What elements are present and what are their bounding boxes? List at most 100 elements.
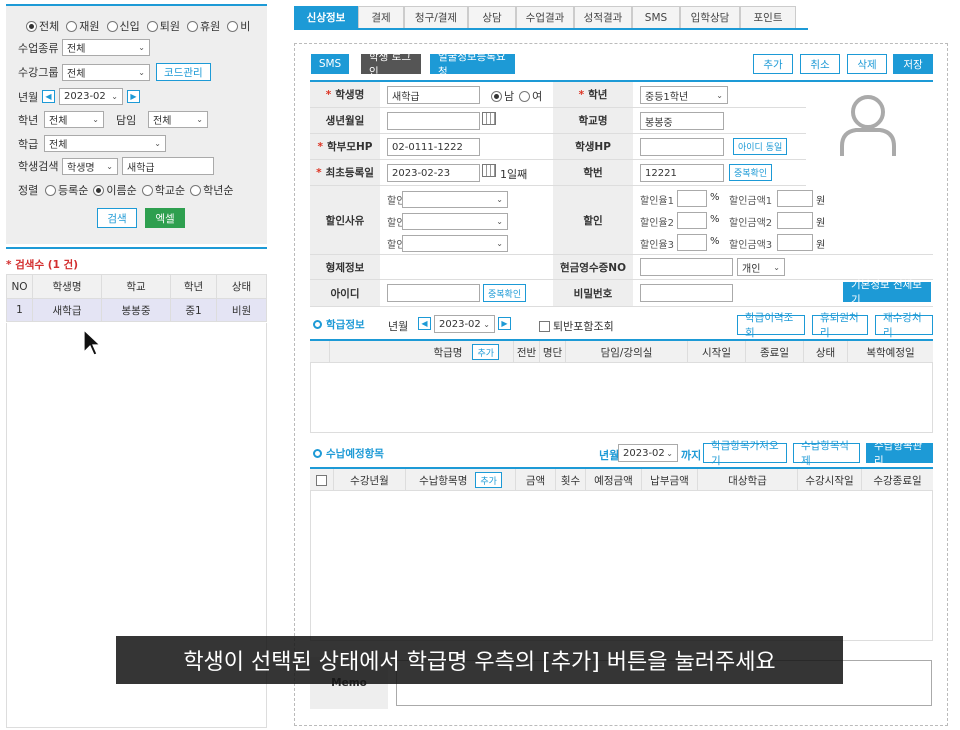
cancel-button[interactable]: 취소 — [800, 54, 840, 74]
select-all-checkbox[interactable] — [310, 469, 334, 491]
sms-button[interactable]: SMS — [311, 54, 349, 74]
search-field-select[interactable]: 학생명 ⌄ — [62, 157, 118, 175]
radio-icon — [190, 184, 202, 196]
grade-label: * 학년 — [553, 82, 633, 107]
discount-rate-1-input[interactable] — [677, 190, 707, 207]
tab-payment[interactable]: 결제 — [358, 6, 404, 28]
tab-grade-result[interactable]: 성적결과 — [574, 6, 632, 28]
add-button[interactable]: 추가 — [753, 54, 793, 74]
school-input[interactable]: 봉봉중 — [640, 112, 724, 130]
status-radio-enrolled[interactable]: 재원 — [66, 18, 100, 34]
tab-points[interactable]: 포인트 — [740, 6, 796, 28]
sort-radio-registered[interactable]: 등록순 — [45, 182, 88, 198]
year-month-select[interactable]: 2023-02 ⌄ — [59, 88, 123, 105]
grade-select[interactable]: 중등1학년 ⌄ — [640, 86, 728, 104]
id-dup-button[interactable]: 중복확인 — [483, 284, 527, 302]
radio-icon — [66, 20, 78, 32]
tab-counseling[interactable]: 상담 — [468, 6, 516, 28]
gender-male-radio[interactable]: 남 — [491, 88, 514, 104]
search-button[interactable]: 검색 — [97, 208, 137, 228]
tab-class-result[interactable]: 수업결과 — [516, 6, 574, 28]
status-radio-all[interactable]: 전체 — [26, 18, 59, 34]
tab-billing[interactable]: 청구/결제 — [404, 6, 468, 28]
table-row[interactable]: 1 새학급 봉봉중 중1 비원 — [6, 298, 267, 322]
cash-receipt-label: 현금영수증NO — [553, 255, 633, 279]
cash-receipt-input[interactable] — [640, 258, 733, 276]
results-table: NO 학생명 학교 학년 상태 1 새학급 봉봉중 중1 비원 — [6, 274, 267, 322]
class-type-select[interactable]: 전체 ⌄ — [62, 39, 150, 56]
class-history-button[interactable]: 학급이력조회 — [737, 312, 805, 339]
code-manage-button[interactable]: 코드관리 — [156, 63, 211, 81]
discount-rate-3-input[interactable] — [677, 234, 707, 251]
next-month-icon[interactable]: ▶ — [127, 90, 140, 103]
excel-button[interactable]: 엑셀 — [145, 208, 185, 228]
teacher-select[interactable]: 전체 ⌄ — [148, 111, 208, 128]
delete-payment-items-button[interactable]: 수납항목삭제 — [793, 440, 860, 467]
chevron-down-icon: ⌄ — [138, 43, 145, 52]
delete-button[interactable]: 삭제 — [847, 54, 887, 74]
student-no-input[interactable]: 12221 — [640, 164, 724, 182]
manage-payment-items-button[interactable]: 수납항목관리 — [866, 440, 933, 467]
view-all-basic-button[interactable]: 기본정보 전체보기 — [843, 279, 931, 306]
reenroll-button[interactable]: 재수강처리 — [875, 312, 933, 339]
class-select[interactable]: 전체 ⌄ — [44, 135, 166, 152]
import-class-items-button[interactable]: 학급항목가져오기 — [703, 440, 787, 467]
calendar-icon[interactable] — [482, 112, 496, 125]
payment-year-month-select[interactable]: 2023-02 ⌄ — [618, 444, 678, 462]
first-reg-input[interactable]: 2023-02-23 — [387, 164, 480, 182]
grade-teacher-row: 학년 전체 ⌄ 담임 전체 ⌄ — [18, 111, 208, 128]
add-payment-item-button[interactable]: 추가 — [475, 472, 502, 488]
status-radio-group: 전체 재원 신입 퇴원 휴원 비 — [26, 18, 250, 34]
sort-radio-name[interactable]: 이름순 — [93, 182, 137, 198]
gender-female-radio[interactable]: 여 — [519, 88, 542, 104]
parent-hp-input[interactable]: 02-0111-1222 — [387, 138, 480, 156]
tab-admission[interactable]: 입학상담 — [680, 6, 740, 28]
payment-table-header: 수강년월 수납항목명 추가 금액 횟수 예정금액 납부금액 대상학급 수강시작일 … — [310, 467, 933, 491]
search-input[interactable]: 새학급 — [122, 157, 214, 175]
col-student-name: 학생명 — [32, 274, 102, 299]
face-register-button[interactable]: 얼굴정보등록요청 — [430, 51, 515, 78]
sort-radio-grade[interactable]: 학년순 — [190, 182, 234, 198]
save-button[interactable]: 저장 — [893, 54, 933, 74]
next-month-icon[interactable]: ▶ — [498, 317, 511, 330]
discount-reason-2-select[interactable]: ⌄ — [402, 213, 508, 230]
course-group-row: 수강그룹 전체 ⌄ 코드관리 — [18, 63, 211, 81]
add-class-button[interactable]: 추가 — [472, 344, 499, 360]
prev-month-icon[interactable]: ◀ — [42, 90, 55, 103]
calendar-icon[interactable] — [482, 164, 496, 177]
student-hp-input[interactable] — [640, 138, 724, 156]
birth-input[interactable] — [387, 112, 480, 130]
discount-amount-3-input[interactable] — [777, 234, 813, 251]
cash-receipt-type-select[interactable]: 개인 ⌄ — [737, 258, 785, 276]
discount-reason-1-select[interactable]: ⌄ — [402, 191, 508, 208]
gender-radio-group: 남 여 — [491, 88, 542, 104]
percent-label: % — [710, 214, 720, 225]
status-radio-withdrawn[interactable]: 퇴원 — [146, 18, 180, 34]
results-header-row: NO 학생명 학교 학년 상태 — [6, 274, 267, 299]
class-year-month-select[interactable]: 2023-02 ⌄ — [434, 315, 495, 333]
student-name-input[interactable]: 새학급 — [387, 86, 480, 104]
discount-rate-2-input[interactable] — [677, 212, 707, 229]
tab-personal-info[interactable]: 신상정보 — [294, 6, 358, 28]
student-no-dup-button[interactable]: 중복확인 — [729, 164, 773, 181]
discount-amount-label: 할인금액1 — [729, 196, 773, 207]
include-withdrawn-checkbox[interactable]: 퇴반포함조회 — [539, 318, 614, 334]
discount-amount-2-input[interactable] — [777, 212, 813, 229]
status-radio-leave[interactable]: 휴원 — [187, 18, 220, 34]
discount-amount-1-input[interactable] — [777, 190, 813, 207]
password-input[interactable] — [640, 284, 733, 302]
checkbox-icon — [316, 474, 327, 486]
discount-reason-3-select[interactable]: ⌄ — [402, 235, 508, 252]
course-group-select[interactable]: 전체 ⌄ — [62, 63, 150, 81]
id-input[interactable] — [387, 284, 480, 302]
prev-month-icon[interactable]: ◀ — [418, 317, 431, 330]
tab-sms[interactable]: SMS — [632, 6, 680, 28]
status-radio-new[interactable]: 신입 — [106, 18, 140, 34]
id-same-button[interactable]: 아이디 동일 — [733, 138, 788, 155]
student-login-button[interactable]: 학생 로그인 — [361, 51, 421, 78]
status-radio-other[interactable]: 비 — [227, 18, 250, 34]
sort-radio-school[interactable]: 학교순 — [141, 182, 185, 198]
grade-select[interactable]: 전체 ⌄ — [44, 111, 104, 128]
leave-withdraw-button[interactable]: 휴퇴원처리 — [812, 312, 868, 339]
col-school: 학교 — [101, 274, 171, 299]
